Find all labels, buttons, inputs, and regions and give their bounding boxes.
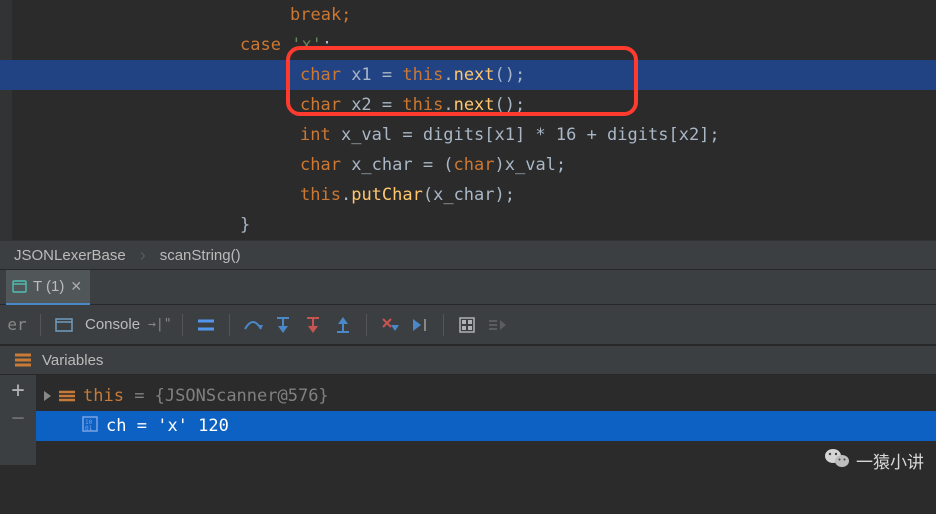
code-token: . bbox=[341, 185, 351, 205]
attach-icon[interactable]: →|" bbox=[148, 317, 171, 332]
code-token: x1 = bbox=[341, 65, 402, 85]
code-token: char bbox=[300, 95, 341, 115]
add-watch-icon[interactable]: + bbox=[11, 383, 24, 399]
chevron-right-icon: › bbox=[140, 245, 146, 266]
evaluate-expression-icon[interactable] bbox=[454, 312, 480, 338]
code-editor[interactable]: break; case 'x': char x1 = this.next(); … bbox=[0, 0, 936, 240]
force-step-into-icon[interactable] bbox=[300, 312, 326, 338]
console-label[interactable]: Console bbox=[85, 316, 140, 333]
variables-tree[interactable]: this = {JSONScanner@576} 1001 ch = 'x' 1… bbox=[36, 375, 936, 465]
variables-sidebar: + − bbox=[0, 375, 36, 465]
code-line-current: char x1 = this.next(); bbox=[0, 60, 936, 90]
code-line: break; bbox=[0, 0, 936, 30]
code-token: this bbox=[300, 185, 341, 205]
watermark-text: 一猿小讲 bbox=[856, 448, 924, 473]
code-token: x_char = ( bbox=[341, 155, 454, 175]
equals-sign: = bbox=[126, 416, 157, 436]
code-line: } bbox=[0, 210, 936, 240]
step-out-icon[interactable] bbox=[330, 312, 356, 338]
svg-text:01: 01 bbox=[85, 425, 93, 432]
code-token: x2 = bbox=[341, 95, 402, 115]
drop-frame-icon[interactable] bbox=[377, 312, 403, 338]
debugger-toolbar: er Console →|" bbox=[0, 305, 936, 345]
variable-name: this bbox=[83, 386, 124, 406]
code-token: . bbox=[443, 65, 453, 85]
separator bbox=[182, 314, 183, 336]
separator bbox=[443, 314, 444, 336]
watermark: 一猿小讲 bbox=[824, 447, 924, 474]
code-token: next bbox=[454, 95, 495, 115]
variables-panel: + − this = {JSONScanner@576} 1001 ch = '… bbox=[0, 375, 936, 465]
code-token: this bbox=[402, 95, 443, 115]
remove-watch-icon[interactable]: − bbox=[11, 411, 24, 427]
object-icon bbox=[59, 390, 75, 402]
code-token: 'x' bbox=[291, 35, 322, 55]
close-icon[interactable]: ✕ bbox=[70, 278, 82, 295]
breadcrumb-method[interactable]: scanString() bbox=[160, 247, 241, 264]
separator bbox=[366, 314, 367, 336]
code-token: . bbox=[443, 95, 453, 115]
code-line: char x_char = (char)x_val; bbox=[0, 150, 936, 180]
variable-value: {JSONScanner@576} bbox=[155, 386, 329, 406]
primitive-icon: 1001 bbox=[82, 416, 98, 437]
code-token: )x_val; bbox=[495, 155, 567, 175]
code-token: case bbox=[240, 35, 281, 55]
variable-value: 'x' 120 bbox=[157, 416, 229, 436]
code-line: this.putChar(x_char); bbox=[0, 180, 936, 210]
code-token: char bbox=[300, 65, 341, 85]
variables-header[interactable]: Variables bbox=[0, 345, 936, 375]
code-token: int bbox=[300, 125, 331, 145]
code-token: next bbox=[454, 65, 495, 85]
separator bbox=[40, 314, 41, 336]
separator bbox=[229, 314, 230, 336]
run-tab[interactable]: T (1) ✕ bbox=[6, 270, 90, 305]
run-tab-bar: T (1) ✕ bbox=[0, 270, 936, 305]
breadcrumb[interactable]: JSONLexerBase › scanString() bbox=[0, 240, 936, 270]
variables-icon bbox=[14, 353, 32, 367]
code-token: putChar bbox=[351, 185, 423, 205]
console-tab-icon[interactable] bbox=[51, 312, 77, 338]
equals-sign: = bbox=[124, 386, 155, 406]
application-icon bbox=[12, 279, 27, 294]
code-token: char bbox=[300, 155, 341, 175]
variables-title: Variables bbox=[42, 352, 103, 369]
code-token: char bbox=[454, 155, 495, 175]
code-token: this bbox=[402, 65, 443, 85]
step-into-icon[interactable] bbox=[270, 312, 296, 338]
expand-icon[interactable] bbox=[44, 391, 51, 401]
run-tab-label: T (1) bbox=[33, 278, 64, 295]
code-token: } bbox=[240, 215, 250, 235]
variable-name: ch bbox=[106, 416, 126, 436]
trace-current-stream-icon[interactable] bbox=[484, 312, 510, 338]
code-token: : bbox=[322, 35, 332, 55]
code-token: (x_char); bbox=[423, 185, 515, 205]
code-token: x_val = digits[x1] * 16 + digits[x2]; bbox=[331, 125, 720, 145]
wechat-icon bbox=[824, 447, 850, 474]
code-line: int x_val = digits[x1] * 16 + digits[x2]… bbox=[0, 120, 936, 150]
code-token: (); bbox=[495, 95, 526, 115]
frames-icon[interactable] bbox=[193, 312, 219, 338]
code-line: char x2 = this.next(); bbox=[0, 90, 936, 120]
code-line: case 'x': bbox=[0, 30, 936, 60]
code-token: (); bbox=[495, 65, 526, 85]
restore-layout-icon[interactable]: er bbox=[4, 312, 30, 338]
code-token: break; bbox=[0, 5, 351, 25]
step-over-icon[interactable] bbox=[240, 312, 266, 338]
run-to-cursor-icon[interactable] bbox=[407, 312, 433, 338]
breadcrumb-class[interactable]: JSONLexerBase bbox=[14, 247, 126, 264]
variable-row[interactable]: this = {JSONScanner@576} bbox=[36, 381, 936, 411]
variable-row-selected[interactable]: 1001 ch = 'x' 120 bbox=[36, 411, 936, 441]
